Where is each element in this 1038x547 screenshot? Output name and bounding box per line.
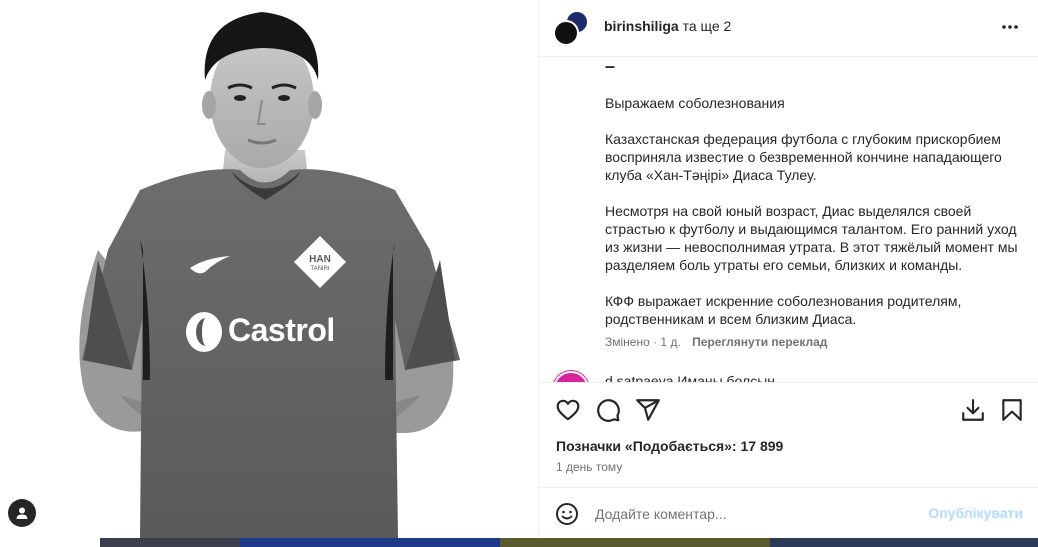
action-icons-row — [555, 397, 1025, 423]
bookmark-icon — [1002, 399, 1022, 421]
sponsor-name: Castrol — [228, 312, 335, 348]
collab-avatars[interactable] — [553, 10, 589, 46]
likes-count[interactable]: Позначки «Подобається»: 17 899 — [556, 438, 783, 454]
more-options-button[interactable] — [1001, 17, 1019, 35]
save-button[interactable] — [999, 397, 1025, 423]
post-actions: Позначки «Подобається»: 17 899 1 день то… — [539, 382, 1038, 487]
heart-icon — [556, 399, 580, 421]
user-tag-icon — [16, 507, 28, 519]
user-tag-button[interactable] — [8, 499, 36, 527]
comment-icon — [597, 399, 620, 422]
share-button[interactable] — [635, 397, 661, 423]
caption-paragraph: Несмотря на свой юный возраст, Диас выде… — [605, 203, 1018, 273]
post-photo[interactable]: HAN TANIRI Castrol — [0, 0, 538, 538]
avatar[interactable] — [553, 371, 589, 382]
post-header: birinshiliga та ще 2 — [539, 0, 1038, 57]
smiley-icon — [556, 503, 578, 525]
emoji-button[interactable] — [555, 502, 579, 526]
background-feed-strip — [0, 538, 1038, 547]
caption-paragraph: Выражаем соболезнования — [605, 95, 785, 111]
post-caption: – Выражаем соболезнования Казахстанская … — [605, 57, 1025, 328]
username-link[interactable]: birinshiliga — [604, 18, 679, 34]
send-icon — [636, 399, 660, 421]
post-side-panel: birinshiliga та ще 2 – Выражаем соболезн… — [538, 0, 1038, 538]
caption-paragraph: Казахстанская федерация футбола с глубок… — [605, 131, 1002, 183]
download-button[interactable] — [960, 397, 986, 423]
post-authors: birinshiliga та ще 2 — [604, 17, 731, 35]
like-button[interactable] — [555, 397, 581, 423]
club-badge-text: HAN — [309, 254, 331, 265]
avatar[interactable] — [553, 20, 579, 46]
post-timestamp[interactable]: 1 день тому — [556, 460, 622, 474]
collab-others-link[interactable]: та ще 2 — [683, 18, 732, 34]
caption-meta: Змінено · 1 д. Переглянути переклад — [605, 335, 827, 349]
edited-time: Змінено · 1 д. — [605, 335, 681, 349]
player-photo-illustration — [79, 12, 460, 538]
comment-button[interactable] — [595, 397, 621, 423]
comment-composer: Опублікувати — [539, 487, 1038, 538]
comment-preview-row: d.satpaeva Иманы болсын — [553, 371, 1033, 382]
instagram-post-view: HAN TANIRI Castrol birinshiliga та ще 2 … — [0, 0, 1038, 547]
more-horizontal-icon — [1002, 25, 1018, 29]
download-icon — [962, 399, 984, 421]
comment-input[interactable] — [595, 503, 915, 525]
caption-dash: – — [605, 57, 616, 76]
caption-paragraph: КФФ выражает искренние соболезнования ро… — [605, 293, 962, 327]
post-comment-button[interactable]: Опублікувати — [928, 505, 1023, 521]
comment-preview-text: d.satpaeva Иманы болсын — [605, 373, 776, 382]
caption-scroll-area[interactable]: – Выражаем соболезнования Казахстанская … — [539, 57, 1038, 382]
sponsor-logo-mark — [196, 318, 216, 346]
club-badge-subtext: TANIRI — [310, 266, 330, 272]
see-translation-link[interactable]: Переглянути переклад — [692, 335, 827, 349]
